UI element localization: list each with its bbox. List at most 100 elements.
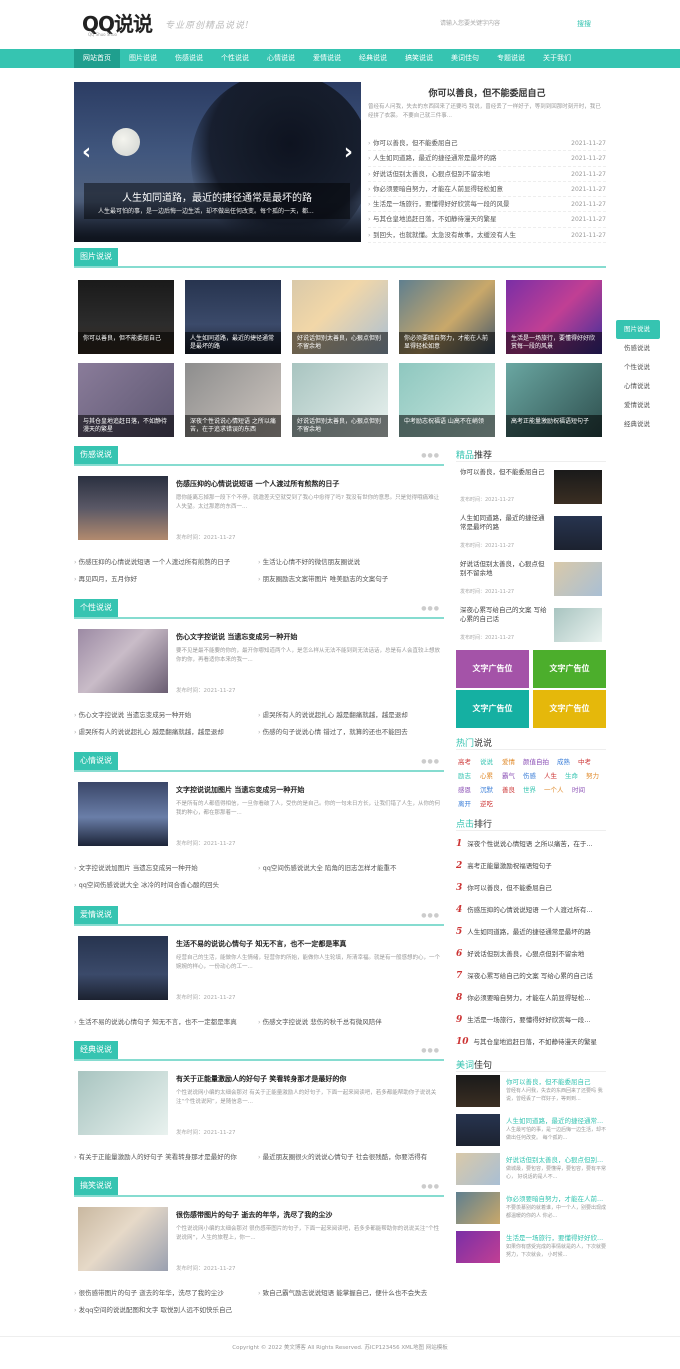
next-arrow-icon[interactable]: › <box>344 140 353 165</box>
gallery-caption[interactable]: 与其仓皇地追赶日落，不如静待漫天的繁星 <box>78 415 174 437</box>
rank-title[interactable]: 深夜个性说说心情短语 之所以痛苦，在于... <box>467 840 592 848</box>
article-link[interactable]: 有关于正能量激励人的好句子 笑看转身那才是最好的你 <box>74 1151 254 1161</box>
item-title[interactable]: 到回头，也就就懂。太急没有故事，太缓没有人生 <box>373 228 516 243</box>
slider-title[interactable]: 人生如同道路，最近的捷径通常是最坏的路 <box>84 189 350 204</box>
article-image[interactable] <box>78 1071 168 1135</box>
top-list-item[interactable]: 到回头，也就就懂。太急没有故事，太缓没有人生 2021-11-27 <box>368 228 606 244</box>
rank-title[interactable]: 你必须要暗自努力，才能在人前显得轻松... <box>467 994 590 1002</box>
rank-item[interactable]: 8 你必须要暗自努力，才能在人前显得轻松... <box>456 992 606 1003</box>
nav-item[interactable]: 个性说说 <box>212 49 258 68</box>
prev-arrow-icon[interactable]: ‹ <box>82 140 91 165</box>
article-link[interactable]: 生活让心情不好的微信朋友圈说说 <box>258 556 438 566</box>
mei-title[interactable]: 好说话但别太善良，心狠点但别... <box>506 1154 606 1164</box>
recommend-image[interactable] <box>554 608 602 642</box>
gallery-caption[interactable]: 生活是一场旅行，要懂得好好欣赏每一段的风景 <box>506 332 602 354</box>
hot-tag[interactable]: 说说 <box>480 756 493 766</box>
article-link[interactable]: 生活不易的说说心情句子 知无不言，也不一定都是率真 <box>74 1016 254 1026</box>
mei-title[interactable]: 你必须要暗自努力，才能在人前... <box>506 1193 606 1203</box>
article-link[interactable]: 很伤感带图片的句子 逝去的年华，洗尽了我的尘沙 <box>74 1287 254 1297</box>
rank-title[interactable]: 好说话但别太善良，心狠点但别不留余地 <box>467 950 584 958</box>
article-link[interactable]: 虐哭所有人的说说超扎心 越是翻痛就越，越是退却 <box>258 709 438 719</box>
search-input[interactable]: 请输入您要关键字内容 <box>440 16 564 32</box>
hot-tag[interactable]: 离开 <box>458 798 471 808</box>
gallery-caption[interactable]: 中考励志祝福语 山高不在峭领 <box>399 415 495 437</box>
hot-tag[interactable]: 霸气 <box>502 770 515 780</box>
mei-image[interactable] <box>456 1114 500 1146</box>
mei-title[interactable]: 你可以善良，但不能委屈自己 <box>506 1076 606 1086</box>
hot-tag[interactable]: 成熟 <box>557 756 570 766</box>
article-image[interactable] <box>78 476 168 540</box>
gallery-caption[interactable]: 好说话但别太善良，心狠点但别不留余地 <box>292 332 388 354</box>
ad-slot-1[interactable]: 文字广告位 <box>456 650 529 688</box>
hot-tag[interactable]: 生命 <box>565 770 578 780</box>
item-title[interactable]: 好说话但别太善良，心狠点但别不留余地 <box>373 167 490 182</box>
item-title[interactable]: 你必须要暗自努力，才能在人前显得轻松如意 <box>373 182 503 197</box>
recommend-title[interactable]: 你可以善良，但不能委屈自己 <box>460 468 550 477</box>
hot-tag[interactable]: 中考 <box>578 756 591 766</box>
rank-title[interactable]: 深夜心累写给自己的文案 写给心累的自己话 <box>467 972 593 980</box>
hot-tag[interactable]: 高考 <box>458 756 471 766</box>
rank-item[interactable]: 7 深夜心累写给自己的文案 写给心累的自己话 <box>456 970 606 981</box>
rank-item[interactable]: 5 人生如同道路，最近的捷径通常是最坏的路 <box>456 926 606 937</box>
section-title[interactable]: 个性说说 <box>74 599 118 617</box>
rank-item[interactable]: 2 高考正能量激励祝福语短句子 <box>456 860 606 871</box>
more-dots-icon[interactable]: ●●● <box>421 605 440 612</box>
ad-slot-3[interactable]: 文字广告位 <box>456 690 529 728</box>
more-dots-icon[interactable]: ●●● <box>421 912 440 919</box>
nav-item[interactable]: 关于我们 <box>534 49 580 68</box>
section-title[interactable]: 伤感说说 <box>74 446 118 464</box>
section-title[interactable]: 经典说说 <box>74 1041 118 1059</box>
section-title[interactable]: 爱情说说 <box>74 906 118 924</box>
top-list-item[interactable]: 人生如同道路，最近的捷径通常是最坏的路 2021-11-27 <box>368 151 606 167</box>
article-image[interactable] <box>78 936 168 1000</box>
hot-tag[interactable]: 努力 <box>586 770 599 780</box>
rank-title[interactable]: 伤感压抑的心情说说短语 一个人渡过所有... <box>467 906 592 914</box>
article-link[interactable]: 伤感文字控说说 悲伤的秋千总有微风陪伴 <box>258 1016 438 1026</box>
rank-title[interactable]: 你可以善良，但不能委屈自己 <box>467 884 552 892</box>
hot-tag[interactable]: 爱情 <box>502 756 515 766</box>
rank-item[interactable]: 6 好说话但别太善良，心狠点但别不留余地 <box>456 948 606 959</box>
rank-title[interactable]: 高考正能量激励祝福语短句子 <box>467 862 552 870</box>
recommend-image[interactable] <box>554 516 602 550</box>
article-link[interactable]: 伤心文字控说说 当遗忘变成另一种开始 <box>74 709 254 719</box>
more-dots-icon[interactable]: ●●● <box>421 1047 440 1054</box>
rank-item[interactable]: 3 你可以善良，但不能委屈自己 <box>456 882 606 893</box>
more-dots-icon[interactable]: ●●● <box>421 758 440 765</box>
hot-tag[interactable]: 时间 <box>572 784 585 794</box>
article-link[interactable]: qq空间伤感说说大全 冰冷的时间合香心酸的回头 <box>74 879 254 889</box>
hot-tag[interactable]: 一个人 <box>544 784 564 794</box>
mei-image[interactable] <box>456 1153 500 1185</box>
rank-item[interactable]: 1 深夜个性说说心情短语 之所以痛苦，在于... <box>456 838 606 849</box>
gallery-caption[interactable]: 高考正能量激励祝福语短句子 <box>506 415 602 437</box>
section-title[interactable]: 搞笑说说 <box>74 1177 118 1195</box>
headline-title[interactable]: 你可以善良，但不能委屈自己 <box>368 86 606 99</box>
hot-tag[interactable]: 伤感 <box>523 770 536 780</box>
gallery-item[interactable]: 深夜个性说说心情短语 之所以痛苦，在于追求错误的东西 <box>185 363 281 437</box>
article-link[interactable]: 发qq空间的说说配图和文字 取悦别人远不如快乐自己 <box>74 1304 254 1314</box>
top-list-item[interactable]: 好说话但别太善良，心狠点但别不留余地 2021-11-27 <box>368 167 606 182</box>
article-image[interactable] <box>78 782 168 846</box>
gallery-caption[interactable]: 人生如同道路，最近的捷径通常是最坏的路 <box>185 332 281 354</box>
hot-tag[interactable]: 人生 <box>544 770 557 780</box>
article-link[interactable]: 致自己霸气励志说说短语 能掌握自己，便什么也不会失去 <box>258 1287 438 1297</box>
nav-item[interactable]: 伤感说说 <box>166 49 212 68</box>
hot-tag[interactable]: 沉默 <box>480 784 493 794</box>
more-dots-icon[interactable]: ●●● <box>421 452 440 459</box>
top-list-item[interactable]: 你必须要暗自努力，才能在人前显得轻松如意 2021-11-27 <box>368 182 606 198</box>
nav-item[interactable]: 爱情说说 <box>304 49 350 68</box>
item-title[interactable]: 你可以善良，但不能委屈自己 <box>373 136 458 151</box>
recommend-title[interactable]: 深夜心累写给自己的文案 写给心累的自己话 <box>460 606 550 624</box>
gallery-item[interactable]: 人生如同道路，最近的捷径通常是最坏的路 <box>185 280 281 354</box>
article-image[interactable] <box>78 1207 168 1271</box>
search-button[interactable]: 搜搜 <box>572 16 596 32</box>
mei-image[interactable] <box>456 1231 500 1263</box>
mei-image[interactable] <box>456 1075 500 1107</box>
gallery-item[interactable]: 你可以善良，但不能委屈自己 <box>78 280 174 354</box>
mei-title[interactable]: 生活是一场旅行，要懂得好好欣... <box>506 1232 606 1242</box>
gallery-item[interactable]: 好说话但别太善良，心狠点但别不留余地 <box>292 363 388 437</box>
recommend-title[interactable]: 人生如同道路，最近的捷径通常是最坏的路 <box>460 514 550 532</box>
hot-tag[interactable]: 心累 <box>480 770 493 780</box>
gallery-caption[interactable]: 好说话但别太善良，心狠点但别不留余地 <box>292 415 388 437</box>
hot-tag[interactable]: 感恩 <box>458 784 471 794</box>
recommend-image[interactable] <box>554 562 602 596</box>
